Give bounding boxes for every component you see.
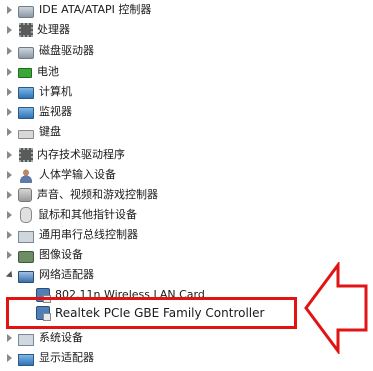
- mouse-icon: [20, 207, 32, 223]
- memory-icon: [19, 148, 33, 162]
- expand-arrow-icon[interactable]: [4, 25, 14, 35]
- tree-item-label: 磁盘驱动器: [39, 44, 94, 57]
- expand-arrow-icon[interactable]: [4, 107, 14, 117]
- computer-icon: [18, 86, 34, 99]
- hid-icon: [18, 167, 34, 183]
- keyboard-icon: [18, 130, 34, 139]
- tree-item-hid[interactable]: 人体学输入设备: [4, 165, 116, 185]
- processor-icon: [19, 23, 33, 37]
- tree-item-memory-tech[interactable]: 内存技术驱动程序: [4, 145, 125, 165]
- pointer-arrow-icon: [304, 262, 368, 354]
- sound-icon: [18, 188, 32, 202]
- tree-item-system-devices[interactable]: 系统设备: [4, 328, 83, 348]
- tree-item-label: 监视器: [39, 105, 72, 118]
- tree-item-label: 电池: [37, 65, 59, 78]
- expand-arrow-icon[interactable]: [4, 67, 14, 77]
- tree-item-battery[interactable]: 电池: [4, 62, 59, 82]
- expand-arrow-icon[interactable]: [4, 150, 14, 160]
- tree-item-label: 鼠标和其他指针设备: [38, 208, 137, 221]
- tree-item-label: 人体学输入设备: [39, 168, 116, 181]
- tree-item-network-adapters[interactable]: 网络适配器: [4, 265, 94, 285]
- system-device-icon: [18, 333, 34, 346]
- tree-item-label: 系统设备: [39, 331, 83, 344]
- disk-drive-icon: [18, 46, 34, 59]
- tree-item-monitor[interactable]: 监视器: [4, 102, 72, 122]
- tree-item-disk-drive[interactable]: 磁盘驱动器: [4, 41, 94, 61]
- usb-icon: [18, 230, 34, 243]
- tree-item-imaging[interactable]: 图像设备: [4, 245, 83, 265]
- tree-item-usb[interactable]: 通用串行总线控制器: [4, 225, 138, 245]
- tree-item-display-adapters[interactable]: 显示适配器: [4, 348, 94, 368]
- expand-arrow-icon[interactable]: [4, 190, 14, 200]
- tree-item-label: 键盘: [39, 125, 61, 138]
- expand-arrow-icon[interactable]: [4, 353, 14, 363]
- tree-item-computer[interactable]: 计算机: [4, 82, 72, 102]
- battery-icon: [18, 68, 32, 78]
- camera-icon: [18, 250, 34, 263]
- monitor-icon: [18, 106, 34, 119]
- tree-item-keyboard[interactable]: 键盘: [4, 122, 61, 142]
- tree-item-label: 内存技术驱动程序: [37, 148, 125, 161]
- tree-item-mouse[interactable]: 鼠标和其他指针设备: [4, 205, 137, 225]
- tree-item-label: 通用串行总线控制器: [39, 228, 138, 241]
- tree-item-label: 图像设备: [39, 248, 83, 261]
- expand-arrow-icon[interactable]: [4, 46, 14, 56]
- expand-arrow-icon[interactable]: [4, 5, 14, 15]
- network-adapter-icon: [18, 270, 34, 283]
- tree-item-label: 声音、视频和游戏控制器: [37, 188, 158, 201]
- expand-arrow-icon[interactable]: [4, 333, 14, 343]
- tree-item-sound-video-game[interactable]: 声音、视频和游戏控制器: [4, 185, 158, 205]
- expand-arrow-icon[interactable]: [4, 250, 14, 260]
- tree-item-ide-controller[interactable]: IDE ATA/ATAPI 控制器: [4, 0, 151, 20]
- highlight-box: [6, 297, 297, 329]
- tree-item-processor[interactable]: 处理器: [4, 20, 70, 40]
- disk-controller-icon: [18, 5, 34, 18]
- collapse-arrow-icon[interactable]: [4, 270, 14, 280]
- tree-item-label: 网络适配器: [39, 268, 94, 281]
- expand-arrow-icon[interactable]: [4, 210, 14, 220]
- tree-item-label: 显示适配器: [39, 351, 94, 364]
- tree-item-label: IDE ATA/ATAPI 控制器: [39, 3, 152, 16]
- tree-item-label: 处理器: [37, 23, 70, 36]
- expand-arrow-icon[interactable]: [4, 127, 14, 137]
- expand-arrow-icon[interactable]: [4, 230, 14, 240]
- expand-arrow-icon[interactable]: [4, 87, 14, 97]
- display-adapter-icon: [18, 353, 34, 366]
- expand-arrow-icon[interactable]: [4, 170, 14, 180]
- tree-item-label: 计算机: [39, 85, 72, 98]
